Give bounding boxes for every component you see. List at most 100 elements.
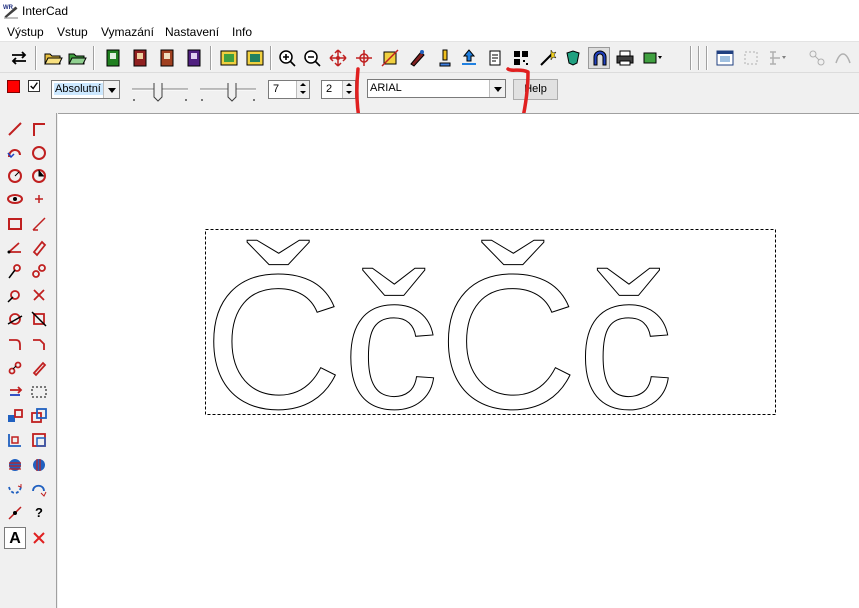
color-swatch[interactable]: [7, 80, 20, 93]
break-tool-icon[interactable]: [4, 308, 26, 330]
menu-vstup[interactable]: Vstup: [57, 25, 88, 39]
qr-code-icon[interactable]: [510, 47, 532, 69]
curve-tool-icon[interactable]: [832, 47, 854, 69]
measure-tool-icon[interactable]: [4, 502, 26, 524]
toolbar-separator: [698, 46, 700, 70]
title-bar: WR InterCad: [0, 0, 859, 22]
scale-tool-icon[interactable]: [4, 429, 26, 451]
swap-arrows-icon[interactable]: [8, 47, 30, 69]
menu-nastaveni[interactable]: Nastavení: [165, 25, 219, 39]
dashed-arc-icon[interactable]: [4, 478, 26, 500]
point-tool-icon[interactable]: [28, 188, 50, 210]
chevron-down-icon[interactable]: [489, 80, 505, 97]
eraser-tool-icon[interactable]: [28, 237, 50, 259]
angle-line-icon[interactable]: [28, 213, 50, 235]
zoom-out-icon[interactable]: [301, 47, 323, 69]
angle-tool-icon[interactable]: [4, 237, 26, 259]
slider-1[interactable]: [130, 79, 190, 103]
spin-arrows-icon[interactable]: [296, 81, 309, 98]
font-select[interactable]: ARIAL: [367, 79, 506, 98]
cancel-cross-icon[interactable]: [28, 527, 50, 549]
help-button[interactable]: Help: [513, 79, 558, 100]
circle-tool-icon[interactable]: [28, 142, 50, 164]
shield-icon[interactable]: [562, 47, 584, 69]
stretch-tool-icon[interactable]: [28, 429, 50, 451]
extend-tool-icon[interactable]: [28, 260, 50, 282]
hierarchy-dropdown-icon[interactable]: [766, 47, 788, 69]
scroll-document-icon[interactable]: [484, 47, 506, 69]
join-tool-icon[interactable]: [4, 357, 26, 379]
rotate-tool-icon[interactable]: [4, 381, 26, 403]
drawing-canvas[interactable]: ČčČč: [58, 113, 859, 608]
center-target-icon[interactable]: [353, 47, 375, 69]
arc-tool-icon[interactable]: [4, 142, 26, 164]
visibility-checkbox[interactable]: [28, 80, 40, 92]
film-frame-icon[interactable]: [218, 47, 240, 69]
mirror-tool-icon[interactable]: [28, 478, 50, 500]
chevron-down-icon[interactable]: [103, 81, 119, 98]
node-link-icon[interactable]: [806, 47, 828, 69]
help-tool-button[interactable]: ?: [28, 502, 50, 524]
move-tool-icon[interactable]: [4, 405, 26, 427]
pan-move-icon[interactable]: [327, 47, 349, 69]
chamfer-tool-icon[interactable]: [28, 333, 50, 355]
window-title: InterCad: [22, 4, 69, 18]
dotted-frame-icon[interactable]: [28, 381, 50, 403]
menu-info[interactable]: Info: [232, 25, 252, 39]
text-tool-button[interactable]: A: [4, 527, 26, 549]
line-tool-icon[interactable]: [4, 118, 26, 140]
red-document-icon[interactable]: [129, 47, 151, 69]
pen-tool-icon[interactable]: [406, 47, 428, 69]
green-document-icon[interactable]: [102, 47, 124, 69]
brown-document-icon[interactable]: [156, 47, 178, 69]
magic-wand-icon[interactable]: [537, 47, 559, 69]
delete-cross-icon[interactable]: [28, 284, 50, 306]
rectangle-tool-icon[interactable]: [4, 213, 26, 235]
open-green-folder-icon[interactable]: [66, 47, 88, 69]
trim-tool-icon[interactable]: [4, 260, 26, 282]
stepper-2-value: 2: [326, 83, 333, 95]
selection-frame-icon[interactable]: [740, 47, 762, 69]
number-stepper-2[interactable]: 2: [321, 80, 356, 99]
menu-vymazani[interactable]: Vymazání: [101, 25, 154, 39]
fillet-tool-icon[interactable]: [4, 333, 26, 355]
magnet-icon[interactable]: [588, 47, 610, 69]
toolbar-separator: [210, 46, 212, 70]
toolbar-separator: [270, 46, 272, 70]
offset-tool-icon[interactable]: [4, 284, 26, 306]
drawn-text: ČčČč: [204, 234, 673, 449]
printer-icon[interactable]: [614, 47, 636, 69]
slider-2[interactable]: [198, 79, 258, 103]
coordinate-mode-select[interactable]: Absolutní: [51, 80, 120, 99]
polyline-tool-icon[interactable]: [28, 118, 50, 140]
upload-arrow-icon[interactable]: [458, 47, 480, 69]
zoom-in-icon[interactable]: [276, 47, 298, 69]
film-frame-icon[interactable]: [244, 47, 266, 69]
circle-three-point-icon[interactable]: [28, 165, 50, 187]
circle-center-icon[interactable]: [4, 165, 26, 187]
hatch-pattern-icon[interactable]: [28, 454, 50, 476]
left-tool-panel: ? A: [0, 113, 57, 608]
ellipse-tool-icon[interactable]: [4, 188, 26, 210]
menu-vystup[interactable]: Výstup: [7, 25, 44, 39]
open-folder-icon[interactable]: [42, 47, 64, 69]
toolbar-separator: [35, 46, 37, 70]
marker-tool-icon[interactable]: [434, 47, 456, 69]
window-icon[interactable]: [714, 47, 736, 69]
purple-document-icon[interactable]: [183, 47, 205, 69]
spin-arrows-icon[interactable]: [342, 81, 355, 98]
pencil-tool-icon[interactable]: [28, 357, 50, 379]
menu-bar: Výstup Vstup Vymazání Nastavení Info: [0, 22, 859, 42]
copy-tool-icon[interactable]: [28, 405, 50, 427]
layers-dropdown-icon[interactable]: [641, 47, 663, 69]
intersect-tool-icon[interactable]: [28, 308, 50, 330]
toolbar-separator: [690, 46, 692, 70]
intercad-app-icon: WR: [3, 5, 18, 19]
number-stepper-1[interactable]: 7: [268, 80, 310, 99]
frame-select-icon[interactable]: [379, 47, 401, 69]
coordinate-mode-value: Absolutní: [54, 83, 104, 95]
hatch-tool-icon[interactable]: [4, 454, 26, 476]
font-select-value: ARIAL: [370, 82, 402, 94]
main-toolbar: [0, 43, 859, 73]
toolbar-separator: [706, 46, 708, 70]
